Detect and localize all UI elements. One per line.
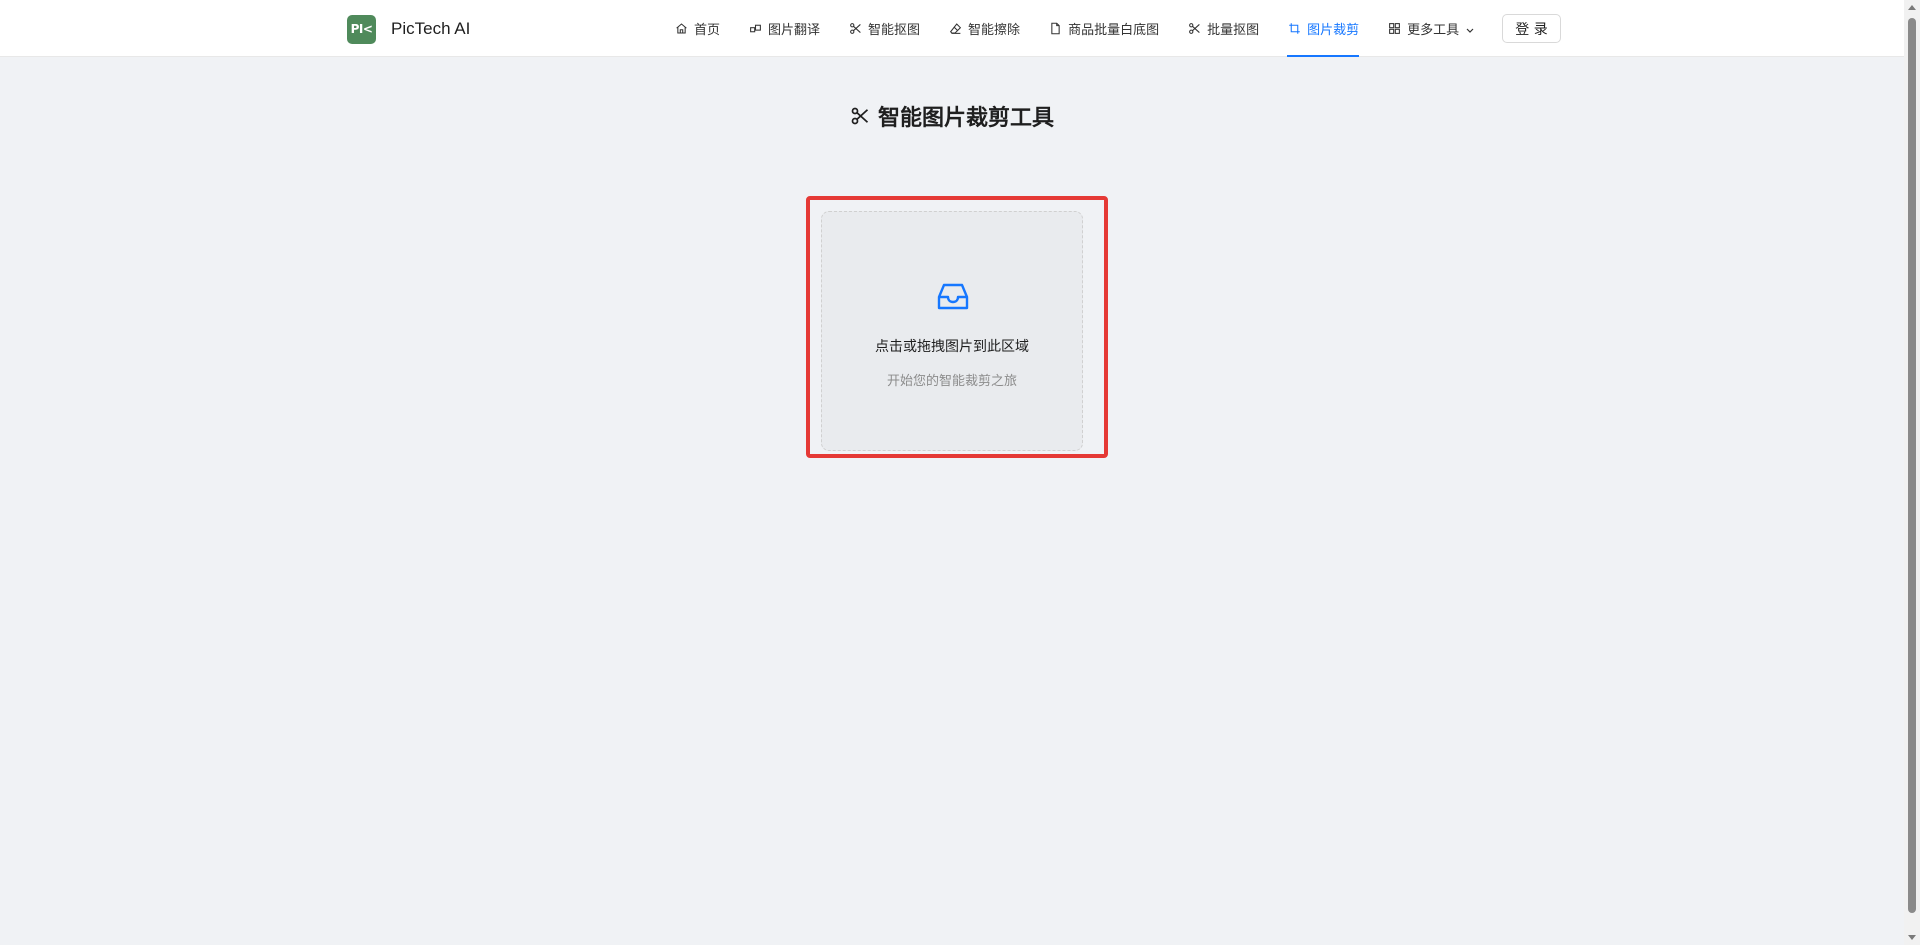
nav-label: 图片裁剪 [1307, 23, 1360, 38]
nav-label: 更多工具 [1407, 23, 1460, 38]
nav-label: 首页 [694, 23, 721, 38]
nav-item-smart-erase[interactable]: 智能擦除 [934, 0, 1034, 57]
crop-icon [1287, 22, 1301, 36]
brand[interactable]: PI< PicTech AI [347, 14, 470, 44]
scissors-icon [848, 22, 862, 36]
grid-icon [1387, 22, 1401, 36]
nav-label: 智能抠图 [868, 23, 921, 38]
page-scrollbar[interactable] [1904, 0, 1920, 945]
brand-logo: PI< [347, 14, 376, 44]
nav-item-smart-cutout[interactable]: 智能抠图 [834, 0, 934, 57]
upload-dropzone[interactable]: 点击或拖拽图片到此区域 开始您的智能裁剪之旅 [821, 211, 1083, 451]
scissors-icon [1187, 22, 1201, 36]
inbox-icon [936, 280, 970, 314]
page: PI< PicTech AI 首页 图片翻译 智能抠图 智能擦除 商品批量白底图… [0, 0, 1920, 945]
login-button[interactable]: 登 录 [1502, 14, 1561, 43]
nav-label: 批量抠图 [1207, 23, 1260, 38]
nav-label: 图片翻译 [768, 23, 821, 38]
nav-item-home[interactable]: 首页 [660, 0, 734, 57]
scroll-down-arrow[interactable] [1908, 935, 1916, 940]
nav-item-batch-white-bg[interactable]: 商品批量白底图 [1034, 0, 1173, 57]
page-title-text: 智能图片裁剪工具 [877, 106, 1054, 131]
home-icon [674, 22, 688, 36]
nav-label: 智能擦除 [968, 23, 1021, 38]
top-navbar: PI< PicTech AI 首页 图片翻译 智能抠图 智能擦除 商品批量白底图… [0, 0, 1904, 57]
nav-item-image-translate[interactable]: 图片翻译 [734, 0, 834, 57]
nav-item-batch-cutout[interactable]: 批量抠图 [1173, 0, 1273, 57]
page-title: 智能图片裁剪工具 [0, 101, 1904, 131]
nav-item-more-tools[interactable]: 更多工具 [1373, 0, 1489, 57]
nav-label: 商品批量白底图 [1068, 23, 1160, 38]
nav-item-image-crop[interactable]: 图片裁剪 [1273, 0, 1373, 57]
chevron-down-icon [1465, 24, 1475, 34]
scroll-thumb[interactable] [1908, 18, 1916, 913]
translate-icon [748, 22, 762, 36]
document-icon [1048, 22, 1062, 36]
upload-hint: 开始您的智能裁剪之旅 [886, 374, 1017, 389]
main-nav: 首页 图片翻译 智能抠图 智能擦除 商品批量白底图 批量抠图 图片裁剪 更多工具 [660, 0, 1489, 57]
upload-text: 点击或拖拽图片到此区域 [875, 339, 1029, 355]
eraser-icon [948, 22, 962, 36]
brand-name: PicTech AI [391, 19, 471, 38]
scissors-icon [850, 106, 870, 126]
scroll-up-arrow[interactable] [1908, 5, 1916, 10]
